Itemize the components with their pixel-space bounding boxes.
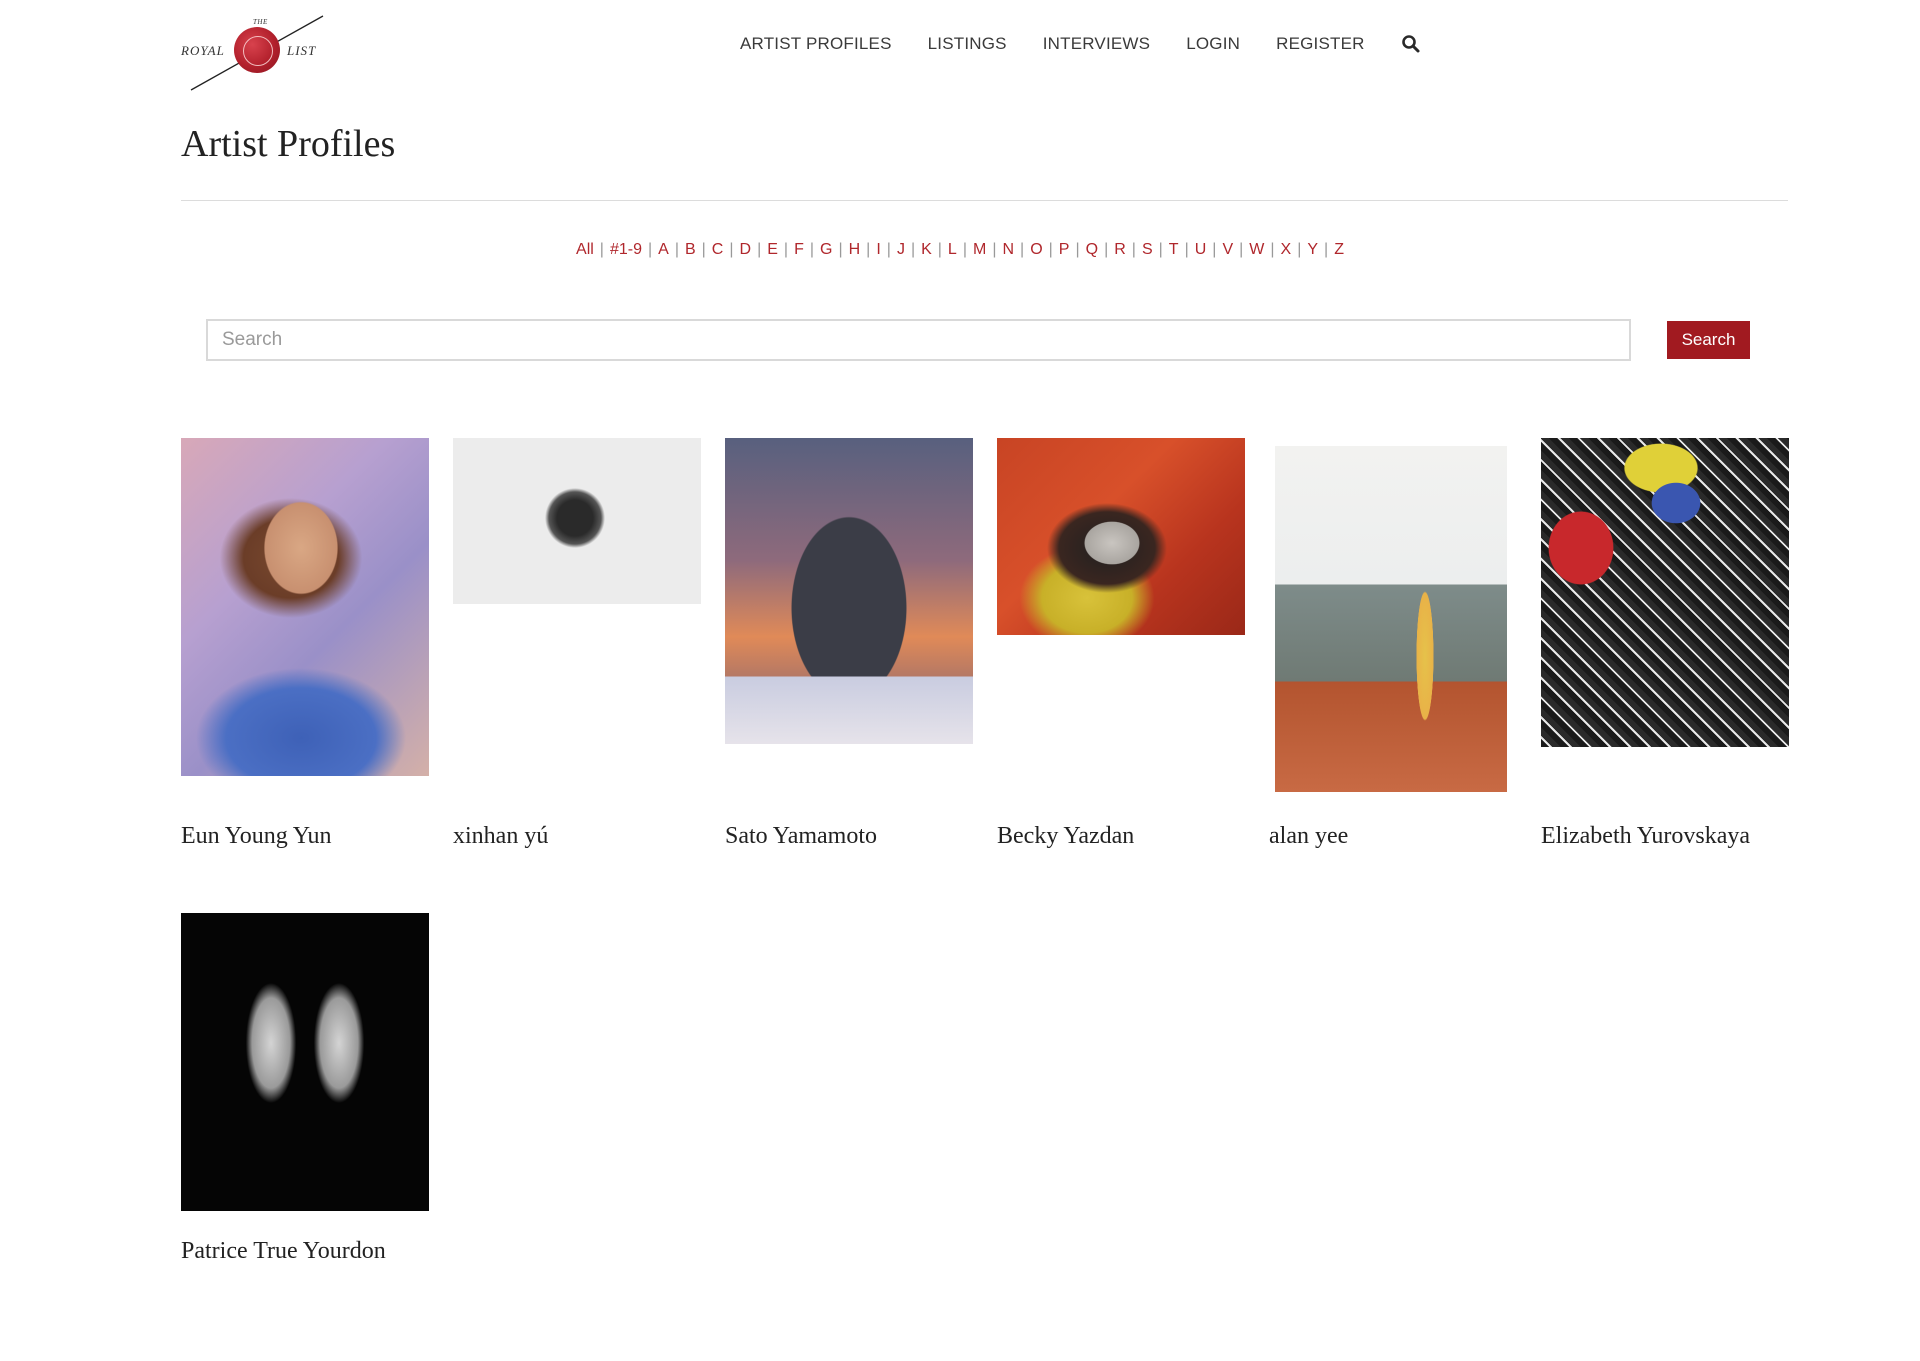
alphabet-link[interactable]: U [1195, 241, 1207, 258]
alphabet-link[interactable]: F [794, 241, 804, 258]
artist-thumbnail[interactable] [1541, 438, 1789, 747]
alphabet-link[interactable]: N [1002, 241, 1014, 258]
alphabet-separator: | [1048, 241, 1053, 258]
page-title: Artist Profiles [181, 123, 396, 165]
alphabet-link[interactable]: L [948, 241, 957, 258]
alphabet-separator: | [757, 241, 762, 258]
alphabet-link[interactable]: A [658, 241, 669, 258]
alphabet-separator: | [1131, 241, 1136, 258]
logo-word-royal: ROYAL [181, 43, 225, 58]
alphabet-link[interactable]: Q [1086, 241, 1098, 258]
nav-login[interactable]: LOGIN [1186, 34, 1240, 54]
alphabet-separator: | [910, 241, 916, 258]
alphabet-separator: | [1324, 241, 1329, 258]
alphabet-separator: | [809, 241, 814, 258]
alphabet-link[interactable]: G [820, 241, 832, 258]
alphabet-link[interactable]: O [1030, 241, 1042, 258]
alphabet-link[interactable]: B [685, 241, 696, 258]
artist-name[interactable]: Patrice True Yourdon [181, 1238, 386, 1265]
nav-interviews[interactable]: INTERVIEWS [1043, 34, 1150, 54]
alphabet-separator: | [783, 241, 789, 258]
alphabet-link[interactable]: R [1114, 241, 1126, 258]
search-input[interactable] [206, 319, 1631, 361]
wax-seal-icon [234, 27, 280, 73]
artist-thumbnail[interactable] [181, 913, 429, 1211]
title-divider [181, 200, 1788, 201]
alphabet-separator: | [1075, 241, 1080, 258]
alphabet-separator: | [838, 241, 843, 258]
logo-word-the: THE [253, 18, 268, 26]
artist-thumbnail[interactable] [997, 438, 1245, 635]
nav-artist-profiles[interactable]: ARTIST PROFILES [740, 34, 892, 54]
alphabet-separator: | [1158, 241, 1163, 258]
alphabet-separator: | [1020, 241, 1025, 258]
artist-thumbnail[interactable] [725, 438, 973, 744]
search-icon[interactable] [1401, 34, 1421, 54]
alphabet-link[interactable]: K [921, 241, 932, 258]
alphabet-separator: | [937, 241, 942, 258]
alphabet-separator: | [729, 241, 734, 258]
alphabet-separator: | [701, 241, 706, 258]
alphabet-filter: All | #1-9 | A | B | C | D | E | F | G | H | I | J | K | L | M | N | O | P… [0, 241, 1920, 259]
alphabet-link[interactable]: Y [1307, 241, 1318, 258]
alphabet-link[interactable]: Z [1334, 241, 1344, 258]
alphabet-link[interactable]: H [849, 241, 861, 258]
artist-name[interactable]: Sato Yamamoto [725, 823, 877, 850]
nav-register[interactable]: REGISTER [1276, 34, 1365, 54]
alphabet-separator: | [647, 241, 653, 258]
alphabet-separator: | [1212, 241, 1217, 258]
alphabet-separator: | [962, 241, 967, 258]
artist-name[interactable]: Becky Yazdan [997, 823, 1134, 850]
alphabet-separator: | [1184, 241, 1189, 258]
logo[interactable]: THE ROYAL LIST [181, 14, 329, 92]
alphabet-separator: | [1239, 241, 1244, 258]
alphabet-separator: | [1104, 241, 1109, 258]
alphabet-link[interactable]: D [740, 241, 752, 258]
alphabet-link[interactable]: All [576, 241, 594, 258]
alphabet-separator: | [599, 241, 604, 258]
alphabet-separator: | [1270, 241, 1275, 258]
alphabet-link[interactable]: S [1142, 241, 1153, 258]
alphabet-link[interactable]: J [897, 241, 905, 258]
alphabet-link[interactable]: I [876, 241, 880, 258]
search-button[interactable]: Search [1667, 321, 1750, 359]
logo-word-list: LIST [287, 43, 317, 58]
alphabet-separator: | [674, 241, 679, 258]
nav-listings[interactable]: LISTINGS [928, 34, 1007, 54]
alphabet-link[interactable]: X [1281, 241, 1292, 258]
alphabet-separator: | [886, 241, 891, 258]
alphabet-link[interactable]: W [1249, 241, 1264, 258]
main-nav: ARTIST PROFILES LISTINGS INTERVIEWS LOGI… [740, 34, 1421, 54]
alphabet-link[interactable]: T [1169, 241, 1179, 258]
alphabet-separator: | [992, 241, 997, 258]
artist-thumbnail[interactable] [181, 438, 429, 776]
alphabet-link[interactable]: V [1222, 241, 1233, 258]
alphabet-separator: | [1297, 241, 1302, 258]
artist-thumbnail[interactable] [1275, 446, 1507, 792]
alphabet-link[interactable]: #1-9 [610, 241, 642, 258]
artist-name[interactable]: Eun Young Yun [181, 823, 331, 850]
artist-name[interactable]: xinhan yú [453, 823, 548, 850]
artist-thumbnail[interactable] [453, 438, 701, 604]
artist-name[interactable]: alan yee [1269, 823, 1348, 850]
alphabet-separator: | [866, 241, 871, 258]
alphabet-link[interactable]: M [973, 241, 986, 258]
alphabet-link[interactable]: E [767, 241, 778, 258]
alphabet-link[interactable]: C [712, 241, 724, 258]
alphabet-link[interactable]: P [1059, 241, 1070, 258]
artist-name[interactable]: Elizabeth Yurovskaya [1541, 823, 1750, 850]
